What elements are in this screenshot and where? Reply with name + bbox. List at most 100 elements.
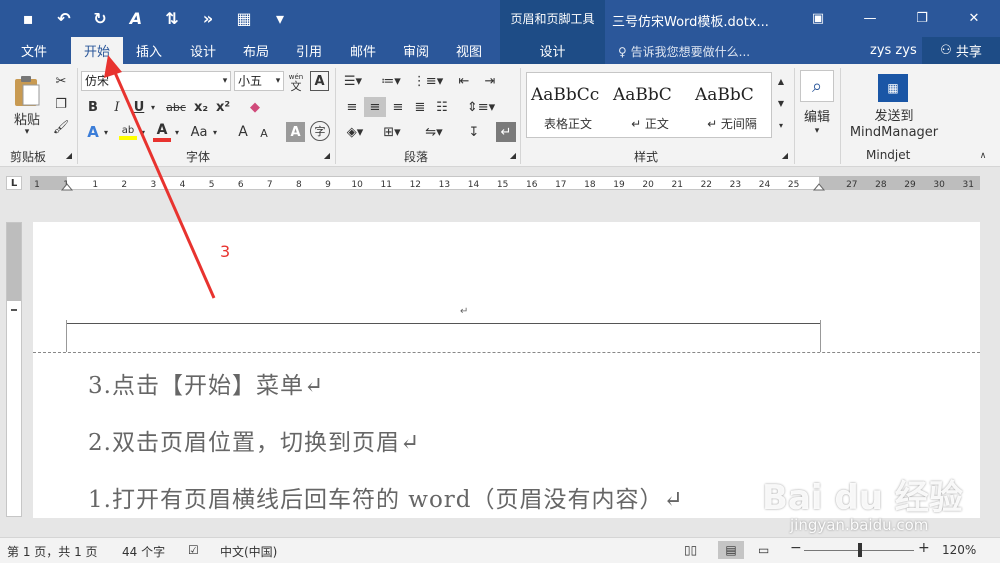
tab-header-footer-design[interactable]: 设计 [500,37,605,64]
enclose-char-button[interactable]: 字 [310,121,330,141]
read-mode-icon[interactable]: ▯▯ [684,543,697,557]
tell-me-box[interactable]: ♀ 告诉我您想要做什么... [618,43,750,60]
italic-button[interactable]: I [108,97,126,117]
bullets-icon[interactable]: ☰▾ [340,72,366,90]
increase-indent-icon[interactable]: ⇥ [480,72,500,90]
undo-icon[interactable]: ↶ [46,6,82,30]
mindmanager-icon[interactable]: ▦ [878,74,908,102]
borders-icon[interactable]: ⊞▾ [378,122,406,142]
change-case-button[interactable]: Aa [188,122,210,142]
highlight-color-icon[interactable]: ab [118,120,138,144]
style-item-normal[interactable]: AaBbC ↵ 正文 [609,73,691,137]
minimize-icon[interactable]: — [844,0,896,37]
cut-icon[interactable]: ✂ [52,72,70,90]
align-right-icon[interactable]: ≡ [388,97,408,117]
style-item-no-spacing[interactable]: AaBbC ↵ 无间隔 [691,73,773,137]
chinese-layout-icon[interactable]: ⇋▾ [420,122,448,142]
copy-icon[interactable]: ❐ [52,95,70,113]
text-effects-icon[interactable]: A [84,122,102,142]
shrink-font-button[interactable]: A [256,124,272,142]
distributed-icon[interactable]: ☷ [432,97,452,117]
styles-more-icon[interactable]: ▾ [775,116,787,134]
multilevel-list-icon[interactable]: ⋮≡▾ [413,72,443,90]
user-name[interactable]: zys zys [870,43,917,58]
chevron-down-icon[interactable]: ▾ [148,97,158,117]
tab-mailings[interactable]: 邮件 [340,37,386,64]
font-color-icon[interactable]: A [152,120,172,144]
line-spacing-icon[interactable]: ⇕≡▾ [466,97,496,117]
tab-file[interactable]: 文件 [6,37,62,64]
clear-formatting-icon[interactable]: ◆ [245,97,265,117]
show-marks-icon[interactable]: ↵ [496,122,516,142]
grow-font-button[interactable]: A [234,122,252,142]
table-icon[interactable]: ▦ [226,6,262,30]
dialog-launcher-icon[interactable]: ◢ [64,150,74,160]
justify-icon[interactable]: ≣ [410,97,430,117]
vertical-ruler[interactable] [6,222,22,517]
arrow-icon[interactable]: » [190,6,226,30]
send-to-line1[interactable]: 发送到 [844,106,944,124]
zoom-in-button[interactable]: + [918,540,930,556]
superscript-button[interactable]: x² [213,97,233,117]
decrease-indent-icon[interactable]: ⇤ [454,72,474,90]
sort-icon[interactable]: ↧ [464,122,484,142]
align-center-icon[interactable]: ≡ [364,97,386,117]
char-shading-icon[interactable]: A [286,122,305,142]
chevron-down-icon[interactable]: ▾ [273,73,283,89]
spacing-icon[interactable]: ⇅ [154,6,190,30]
word-count[interactable]: 44 个字 [122,543,165,560]
font-name-combo[interactable]: 仿宋 [81,71,231,91]
right-indent-marker[interactable] [812,183,826,191]
dialog-launcher-icon[interactable]: ◢ [322,150,332,160]
bold-button[interactable]: B [84,97,102,117]
phonetic-guide-button[interactable]: wén 文 [287,71,305,93]
dialog-launcher-icon[interactable]: ◢ [780,150,790,160]
chevron-down-icon[interactable]: ▾ [138,122,148,142]
chevron-down-icon[interactable]: ▾ [210,122,220,142]
zoom-out-button[interactable]: − [790,540,802,556]
zoom-slider-thumb[interactable] [858,543,862,557]
save-icon[interactable]: ▪ [10,6,46,30]
shading-icon[interactable]: ◈▾ [342,122,368,142]
styles-gallery[interactable]: AaBbCc 表格正文 AaBbC ↵ 正文 AaBbC ↵ 无间隔 [526,72,772,138]
chevron-down-icon[interactable]: ▾ [101,122,111,142]
proofing-icon[interactable]: ☑ [188,543,199,557]
collapse-ribbon-icon[interactable]: ∧ [976,150,990,162]
web-layout-icon[interactable]: ▭ [758,543,769,557]
strikethrough-button[interactable]: abc [163,97,189,117]
tab-view[interactable]: 视图 [446,37,492,64]
document-line-2[interactable]: 2.双击页眉位置，切换到页眉↵ [88,423,420,457]
clipboard-paste-icon[interactable] [10,72,44,110]
chevron-down-icon[interactable]: ▾ [800,124,834,138]
styles-scroll-down-icon[interactable]: ▼ [775,94,787,112]
tab-review[interactable]: 审阅 [393,37,439,64]
share-button[interactable]: ⚇ 共享 [922,37,1000,64]
chevron-down-icon[interactable]: ▾ [172,122,182,142]
subscript-button[interactable]: x₂ [191,97,211,117]
style-item-table-text[interactable]: AaBbCc 表格正文 [527,73,609,137]
tab-insert[interactable]: 插入 [126,37,172,64]
format-painter-brush-icon[interactable]: 🖌 [52,118,70,136]
find-search-icon[interactable]: ⌕ [800,70,834,102]
tab-design[interactable]: 设计 [180,37,226,64]
document-line-3[interactable]: 1.打开有页眉横线后回车符的 word（页眉没有内容）↵ [88,480,684,514]
document-line-1[interactable]: 3.点击【开始】菜单↵ [88,366,324,400]
tab-layout[interactable]: 布局 [233,37,279,64]
horizontal-ruler[interactable]: L 11123456789101112131415161718192021222… [0,168,1000,198]
styles-scroll-up-icon[interactable]: ▲ [775,72,787,90]
zoom-level[interactable]: 120% [942,543,976,557]
tab-references[interactable]: 引用 [286,37,332,64]
chevron-down-icon[interactable]: ▾ [12,126,42,138]
print-layout-icon[interactable]: ▤ [718,541,744,559]
redo-icon[interactable]: ↻ [82,6,118,30]
align-left-icon[interactable]: ≡ [342,97,362,117]
send-to-line2[interactable]: MindManager [844,124,944,140]
more-icon[interactable]: ▾ [262,6,298,30]
paste-label[interactable]: 粘贴 [12,110,42,128]
format-painter-icon[interactable]: A [118,6,154,30]
tab-home[interactable]: 开始 [71,37,123,64]
page-count[interactable]: 第 1 页，共 1 页 [7,543,98,560]
language-indicator[interactable]: 中文(中国) [220,543,277,560]
close-icon[interactable]: ✕ [948,0,1000,37]
restore-icon[interactable]: ❐ [896,0,948,37]
